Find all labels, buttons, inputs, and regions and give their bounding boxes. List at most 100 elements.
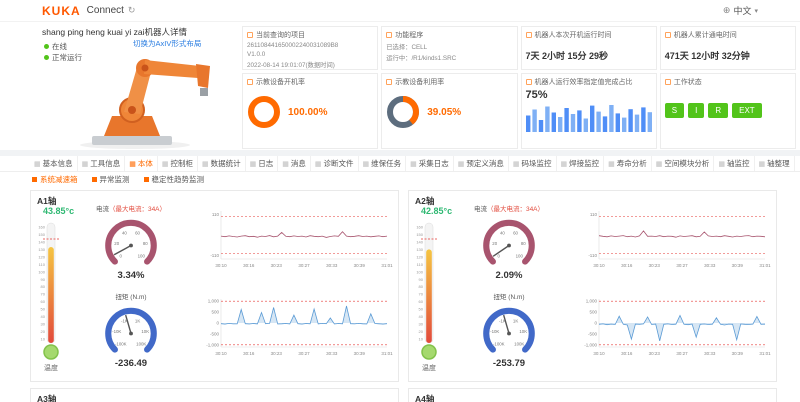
subtab-2[interactable]: 异常监测 (92, 174, 130, 185)
svg-text:30:39: 30:39 (354, 263, 366, 268)
power-time-icon (665, 32, 671, 38)
efficiency-bars (526, 102, 654, 132)
svg-text:20: 20 (419, 329, 424, 334)
tab-16[interactable]: ▦轴监控 (714, 156, 754, 171)
svg-text:80: 80 (419, 284, 424, 289)
svg-text:150: 150 (416, 232, 423, 237)
boot-rate-value: 100.00% (288, 107, 327, 118)
svg-text:110: 110 (212, 212, 220, 217)
svg-text:10K: 10K (141, 329, 149, 334)
svg-text:60: 60 (135, 230, 140, 235)
tab-grid-icon: ▦ (82, 160, 89, 168)
card-program: 功能程序 已选择：CELL 运行中：/R1/kinds1.SRC (381, 26, 517, 70)
tab-17[interactable]: ▦轴整理 (755, 156, 795, 171)
tab-1[interactable]: ▦基本信息 (30, 156, 78, 171)
usage-rate-value: 39.05% (427, 107, 461, 118)
subtab-bullet-icon (32, 177, 37, 182)
tab-7[interactable]: ▦消息 (278, 156, 311, 171)
svg-text:60: 60 (41, 299, 46, 304)
svg-text:30:33: 30:33 (704, 263, 716, 268)
tab-4[interactable]: ▦控制柜 (158, 156, 198, 171)
current-label: 电流 (474, 206, 487, 213)
svg-text:31:01: 31:01 (381, 263, 393, 268)
svg-text:-1,000: -1,000 (584, 342, 597, 347)
tab-grid-icon: ▦ (561, 160, 568, 168)
efficiency-value: 75% (526, 89, 652, 101)
svg-text:-10K: -10K (490, 329, 499, 334)
torque-chart: 1,0005000-500-1,00030:1030:1630:2330:273… (573, 293, 771, 369)
header-cards: 当前查询的项目 261108441650002240031089B8 V1.0.… (238, 26, 796, 150)
tab-14[interactable]: ▦寿命分析 (604, 156, 652, 171)
svg-text:30:16: 30:16 (621, 351, 633, 356)
svg-text:60: 60 (419, 299, 424, 304)
subtab-bullet-icon (92, 177, 97, 182)
thermometer-label: 温度 (44, 363, 58, 373)
tab-label: 维保任务 (371, 158, 401, 169)
svg-text:150: 150 (38, 232, 45, 237)
work-status-icon (665, 79, 671, 85)
project-title: 当前查询的项目 (256, 30, 305, 40)
svg-text:130: 130 (416, 247, 423, 252)
tab-label: 工具信息 (90, 158, 120, 169)
tab-grid-icon: ▦ (282, 160, 289, 168)
status-lamp-r: R (708, 103, 728, 118)
svg-text:110: 110 (417, 262, 424, 267)
svg-text:10: 10 (419, 337, 424, 342)
subtab-1[interactable]: 系统减速箱 (32, 174, 78, 185)
tab-3[interactable]: ▦本体 (125, 156, 158, 171)
svg-text:10K: 10K (519, 329, 527, 334)
tab-6[interactable]: ▦日志 (246, 156, 279, 171)
running-dot-icon (44, 55, 49, 60)
svg-text:30:39: 30:39 (732, 351, 744, 356)
chevron-down-icon: ▾ (754, 7, 758, 15)
tab-11[interactable]: ▦预定义消息 (454, 156, 509, 171)
svg-text:-10K: -10K (112, 329, 121, 334)
svg-text:30:23: 30:23 (649, 263, 661, 268)
tab-8[interactable]: ▦诊断文件 (311, 156, 359, 171)
language-selector[interactable]: ⊕ 中文 ▾ (723, 4, 758, 17)
tab-13[interactable]: ▦焊接监控 (557, 156, 605, 171)
program-icon (386, 32, 392, 38)
tab-10[interactable]: ▦采集日志 (406, 156, 454, 171)
svg-text:30:33: 30:33 (326, 263, 338, 268)
svg-text:120: 120 (416, 254, 423, 259)
svg-text:-500: -500 (210, 331, 220, 336)
current-chart: 110-11030:1030:1630:2330:2730:3330:3931:… (573, 205, 771, 281)
power-time-title: 机器人累计通电时间 (674, 30, 737, 40)
svg-text:30:16: 30:16 (243, 263, 255, 268)
svg-text:-110: -110 (588, 253, 597, 258)
thermometer: 160150140130120110100908070605040302010 (412, 219, 446, 361)
tab-grid-icon: ▦ (34, 160, 41, 168)
tab-2[interactable]: ▦工具信息 (78, 156, 126, 171)
subtab-bar: 系统减速箱 异常监测 稳定性趋势监测 (0, 172, 800, 187)
svg-text:1K: 1K (513, 318, 518, 323)
svg-text:30:39: 30:39 (354, 351, 366, 356)
subtab-3[interactable]: 稳定性趋势监测 (144, 174, 205, 185)
tab-bar: ▦基本信息▦工具信息▦本体▦控制柜▦数据统计▦日志▦消息▦诊断文件▦维保任务▦采… (0, 156, 800, 172)
efficiency-title: 机器人运行效率指定值完成占比 (535, 77, 633, 87)
current-gauge: 020406080100 (87, 214, 175, 270)
current-label: 电流 (96, 206, 109, 213)
work-status-title: 工作状态 (674, 77, 702, 87)
svg-text:40: 40 (41, 314, 46, 319)
current-value: 3.34% (71, 270, 191, 281)
tab-12[interactable]: ▦码垛监控 (509, 156, 557, 171)
kuka-logo: KUKA (42, 4, 81, 18)
sync-icon[interactable]: ↻ (128, 5, 136, 16)
svg-text:31:01: 31:01 (381, 351, 393, 356)
svg-text:-110: -110 (210, 253, 219, 258)
svg-text:100: 100 (138, 253, 146, 258)
svg-text:30:10: 30:10 (215, 351, 227, 356)
svg-text:-500: -500 (588, 331, 598, 336)
current-gauge: 020406080100 (465, 214, 553, 270)
svg-text:-100K: -100K (493, 341, 505, 346)
status-lamp-ext: EXT (732, 103, 762, 118)
tab-5[interactable]: ▦数据统计 (198, 156, 246, 171)
svg-text:80: 80 (521, 241, 526, 246)
power-time-value: 471天 12小时 32分钟 (665, 49, 791, 62)
svg-text:0: 0 (216, 321, 219, 326)
usage-rate-icon (386, 79, 392, 85)
project-serial: 261108441650002240031089B8 (247, 42, 373, 49)
tab-15[interactable]: ▦空间模块分析 (652, 156, 715, 171)
tab-9[interactable]: ▦维保任务 (359, 156, 407, 171)
